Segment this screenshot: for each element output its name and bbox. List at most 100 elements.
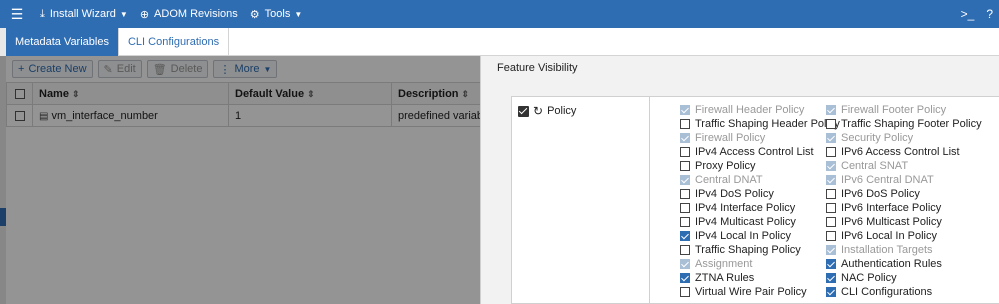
gear-icon: ⚙ (249, 8, 260, 21)
feature-label: Assignment (695, 258, 753, 270)
adom-revisions-button[interactable]: ⊕ ADOM Revisions (134, 0, 244, 28)
feature-row: Firewall Header Policy Firewall Footer Po… (680, 103, 999, 117)
feature-item[interactable]: IPv4 DoS Policy (680, 187, 826, 201)
feature-checkbox[interactable] (680, 217, 690, 227)
policy-group: ↻ Policy (512, 97, 650, 304)
feature-item: Firewall Policy (680, 131, 826, 145)
hamburger-menu-icon[interactable]: ☰ (0, 0, 34, 28)
feature-checkbox[interactable] (680, 231, 690, 241)
feature-label: IPv6 Multicast Policy (841, 216, 942, 228)
feature-checkbox[interactable] (826, 287, 836, 297)
feature-checkbox[interactable] (680, 119, 690, 129)
tab-metadata-variables[interactable]: Metadata Variables (6, 28, 119, 56)
feature-label: Firewall Policy (695, 132, 766, 144)
feature-item[interactable]: NAC Policy (826, 271, 972, 285)
feature-item[interactable]: IPv4 Multicast Policy (680, 215, 826, 229)
feature-label: Traffic Shaping Header Policy (695, 118, 840, 130)
feature-checkbox[interactable] (826, 273, 836, 283)
feature-checkbox[interactable] (680, 273, 690, 283)
feature-label: IPv6 Access Control List (841, 146, 960, 158)
feature-item: Firewall Footer Policy (826, 103, 972, 117)
feature-label: Installation Targets (841, 244, 933, 256)
feature-item[interactable]: IPv4 Access Control List (680, 145, 826, 159)
tools-label: Tools (264, 8, 291, 20)
feature-item: Central DNAT (680, 173, 826, 187)
feature-checkbox[interactable] (826, 189, 836, 199)
feature-item[interactable]: Traffic Shaping Footer Policy (826, 117, 982, 131)
feature-checkbox[interactable] (680, 189, 690, 199)
tools-menu[interactable]: ⚙ Tools ▼ (244, 0, 308, 28)
chevron-down-icon: ▼ (294, 9, 303, 19)
feature-label: IPv4 Interface Policy (695, 202, 796, 214)
install-wizard-menu[interactable]: ⤓ Install Wizard ▼ (34, 0, 134, 28)
feature-checkbox[interactable] (826, 119, 836, 129)
feature-checkbox[interactable] (826, 231, 836, 241)
policy-group-checkbox[interactable] (518, 105, 529, 117)
feature-checkbox[interactable] (826, 217, 836, 227)
feature-checkbox[interactable] (826, 203, 836, 213)
refresh-icon[interactable]: ↻ (533, 104, 543, 118)
feature-item[interactable]: IPv4 Interface Policy (680, 201, 826, 215)
adom-revisions-label: ADOM Revisions (154, 8, 238, 20)
tab-cli-configurations[interactable]: CLI Configurations (119, 28, 230, 56)
feature-item[interactable]: IPv6 DoS Policy (826, 187, 972, 201)
feature-item: Central SNAT (826, 159, 972, 173)
feature-item[interactable]: IPv6 Interface Policy (826, 201, 972, 215)
feature-row: Firewall Policy Security Policy (680, 131, 999, 145)
feature-item[interactable]: IPv6 Multicast Policy (826, 215, 972, 229)
feature-checkbox[interactable] (826, 259, 836, 269)
feature-item: Security Policy (826, 131, 972, 145)
feature-item[interactable]: Virtual Wire Pair Policy (680, 285, 826, 299)
feature-label: ZTNA Rules (695, 272, 755, 284)
feature-checkbox[interactable] (680, 147, 690, 157)
feature-label: IPv6 DoS Policy (841, 188, 920, 200)
feature-label: Authentication Rules (841, 258, 942, 270)
feature-checkbox (826, 105, 836, 115)
feature-label: Central DNAT (695, 174, 763, 186)
feature-label: IPv6 Local In Policy (841, 230, 937, 242)
feature-label: IPv6 Interface Policy (841, 202, 942, 214)
feature-checkbox[interactable] (826, 147, 836, 157)
feature-checkbox[interactable] (680, 287, 690, 297)
feature-row: Traffic Shaping Policy Installation Targe… (680, 243, 999, 257)
feature-item: IPv6 Central DNAT (826, 173, 972, 187)
feature-label: Traffic Shaping Footer Policy (841, 118, 982, 130)
top-bar: ☰ ⤓ Install Wizard ▼ ⊕ ADOM Revisions ⚙ … (0, 0, 999, 28)
feature-visibility-panel: Feature Visibility ↻ Policy Firewall Hea… (480, 56, 999, 304)
feature-row: ZTNA Rules NAC Policy (680, 271, 999, 285)
feature-item[interactable]: IPv4 Local In Policy (680, 229, 826, 243)
feature-item[interactable]: Traffic Shaping Policy (680, 243, 826, 257)
feature-checkbox[interactable] (680, 203, 690, 213)
feature-label: Proxy Policy (695, 160, 756, 172)
feature-checkbox (680, 259, 690, 269)
policy-group-label: Policy (547, 105, 577, 117)
feature-checkbox[interactable] (680, 245, 690, 255)
feature-label: CLI Configurations (841, 286, 933, 298)
feature-item[interactable]: IPv6 Local In Policy (826, 229, 972, 243)
feature-item[interactable]: Traffic Shaping Header Policy (680, 117, 840, 131)
feature-label: Firewall Header Policy (695, 104, 805, 116)
feature-row: Traffic Shaping Header Policy Traffic Sha… (680, 117, 999, 131)
feature-row: Assignment Authentication Rules (680, 257, 999, 271)
feature-row: Central DNAT IPv6 Central DNAT (680, 173, 999, 187)
feature-item[interactable]: ZTNA Rules (680, 271, 826, 285)
install-wizard-label: Install Wizard (49, 8, 116, 20)
feature-checkbox[interactable] (680, 161, 690, 171)
policy-group-header[interactable]: ↻ Policy (518, 104, 576, 118)
feature-item[interactable]: Proxy Policy (680, 159, 826, 173)
feature-checkbox (826, 245, 836, 255)
help-icon[interactable]: ? (980, 7, 999, 21)
feature-item[interactable]: CLI Configurations (826, 285, 972, 299)
panel-title: Feature Visibility (481, 56, 999, 80)
feature-label: Central SNAT (841, 160, 909, 172)
terminal-icon[interactable]: >_ (955, 7, 981, 21)
feature-checkbox (680, 133, 690, 143)
modal-backdrop[interactable] (0, 56, 480, 304)
panel-body: ↻ Policy Firewall Header Policy Firewall … (511, 96, 999, 304)
feature-row: IPv4 Access Control List IPv6 Access Cont… (680, 145, 999, 159)
download-icon: ⤓ (40, 7, 45, 20)
feature-item[interactable]: Authentication Rules (826, 257, 972, 271)
feature-row: IPv4 Interface Policy IPv6 Interface Poli… (680, 201, 999, 215)
chevron-down-icon: ▼ (119, 9, 128, 19)
feature-item[interactable]: IPv6 Access Control List (826, 145, 972, 159)
